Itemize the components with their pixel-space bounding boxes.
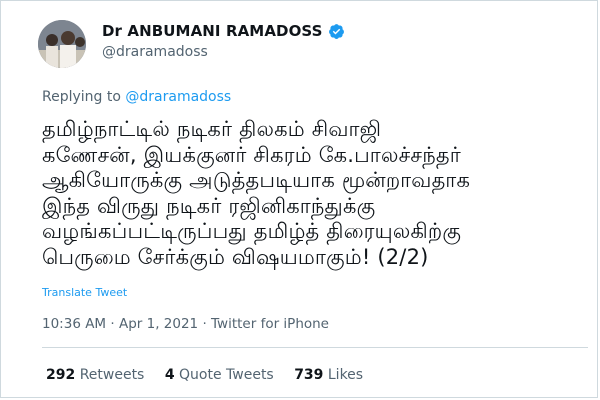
profile-photo [38,20,86,68]
likes-label: Likes [327,367,364,383]
meta-separator: · [106,316,119,332]
tweet-line: கணேசன், இயக்குனர் சிகரம் கே.பாலச்சந்தர் [42,142,461,167]
quote-tweets-stat[interactable]: 4 Quote Tweets [165,367,274,383]
tweet-meta: 10:36 AM · Apr 1, 2021 · Twitter for iPh… [42,316,329,332]
meta-separator: · [198,316,212,332]
replying-prefix: Replying to [42,89,121,105]
quotes-label: Quote Tweets [179,367,274,383]
author-display-name[interactable]: Dr ANBUMANI RAMADOSS [102,22,323,40]
tweet-time[interactable]: 10:36 AM [42,316,106,332]
likes-count: 739 [294,367,324,383]
avatar[interactable] [38,20,86,68]
likes-stat[interactable]: 739 Likes [294,367,363,383]
tweet-line: தமிழ்நாட்டில் நடிகர் திலகம் சிவாஜி [42,117,382,141]
retweets-label: Retweets [79,367,145,383]
translate-tweet-link[interactable]: Translate Tweet [42,286,127,299]
replying-to: Replying to @draramadoss [42,89,231,105]
author-handle[interactable]: @draramadoss [102,44,208,60]
retweets-stat[interactable]: 292 Retweets [46,367,144,383]
reply-mention-link[interactable]: @draramadoss [125,89,231,105]
tweet-text: தமிழ்நாட்டில் நடிகர் திலகம் சிவாஜி கணேசன… [42,117,587,270]
quotes-count: 4 [164,367,175,383]
tweet-source[interactable]: Twitter for iPhone [211,316,329,332]
tweet-line: பெருமை சேர்க்கும் விஷயமாகும்! (2/2) [42,244,429,269]
verified-badge-icon [328,23,344,39]
tweet-line: வழங்கப்பட்டிருப்பது தமிழ்த் திரையுலகிற்க… [42,219,462,243]
retweets-count: 292 [46,367,76,383]
tweet-line: ஆகியோருக்கு அடுத்தபடியாக மூன்றாவதாக [42,168,471,192]
tweet-date[interactable]: Apr 1, 2021 [119,316,198,332]
divider [42,347,588,348]
tweet-line: இந்த விருது நடிகர் ரஜினிகாந்துக்கு [42,193,376,218]
tweet-stats: 292 Retweets 4 Quote Tweets 739 Likes [46,367,379,383]
